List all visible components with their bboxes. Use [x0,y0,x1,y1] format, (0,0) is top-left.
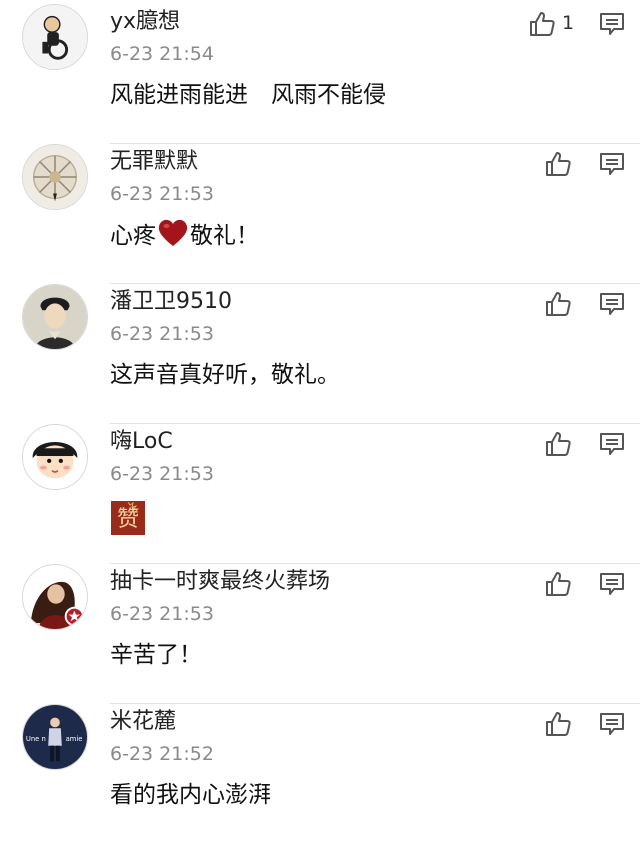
username[interactable]: 潘卫卫9510 [110,288,232,316]
username[interactable]: 抽卡一时爽最终火葬场 [110,568,330,596]
comment-sticker-wrap: 赞 [110,498,146,536]
username[interactable]: 无罪默默 [110,148,198,176]
username[interactable]: yx臆想 [110,8,180,36]
zan-sticker: 赞 [111,501,145,535]
comment-icon [600,153,624,175]
comment-item: Une n amie 米花麓 6-23 21:52 看的我内心澎湃 [0,704,640,844]
avatar[interactable] [22,144,88,210]
comment-icon [600,573,624,595]
comment-item: 抽卡一时爽最终火葬场 6-23 21:53 辛苦了！ [0,564,640,704]
wheelchair-figure-icon [23,5,87,69]
thumbs-up-icon [530,12,555,36]
comment-text: 辛苦了！ [110,642,202,668]
reply-button[interactable] [599,432,625,456]
comment-icon [600,433,624,455]
timestamp: 6-23 21:53 [110,603,214,625]
timestamp: 6-23 21:53 [110,183,214,205]
sticker-text: 赞 [117,507,139,532]
thumbs-up-icon [546,432,571,456]
comment-text: 这声音真好听，敬礼。 [110,362,340,388]
costume-portrait-icon [23,285,87,349]
comment-list: yx臆想 6-23 21:54 风能进雨能进 风雨不能侵 1 无罪默默 6-23… [0,0,640,813]
avatar-caption-right: amie [66,735,83,743]
timestamp: 6-23 21:54 [110,43,214,65]
reply-button[interactable] [599,12,625,36]
username[interactable]: 嗨LoC [110,428,173,456]
reply-button[interactable] [599,712,625,736]
avatar[interactable] [22,284,88,350]
comment-item: 潘卫卫9510 6-23 21:53 这声音真好听，敬礼。 [0,284,640,424]
heart-emoji [158,219,188,246]
comment-icon [600,713,624,735]
comment-icon [600,13,624,35]
timestamp: 6-23 21:53 [110,463,214,485]
comment-text: 风能进雨能进 风雨不能侵 [110,82,386,108]
anime-figure-icon [23,565,87,629]
avatar[interactable]: Une n amie [22,704,88,770]
avatar[interactable] [22,4,88,70]
comment-text: 看的我内心澎湃 [110,782,271,808]
like-count: 1 [562,12,575,34]
comment-icon [600,293,624,315]
thumbs-up-icon [546,292,571,316]
comment-text-after: 敬礼！ [190,223,259,249]
avatar[interactable] [22,564,88,630]
reply-button[interactable] [599,152,625,176]
comment-item: 无罪默默 6-23 21:53 心疼 敬礼！ [0,144,640,284]
timestamp: 6-23 21:53 [110,323,214,345]
comment-item: 嗨LoC 6-23 21:53 赞 [0,424,640,564]
avatar[interactable] [22,424,88,490]
standing-figure-icon: Une n amie [23,705,87,769]
thumbs-up-icon [546,152,571,176]
avatar-caption-left: Une n [26,735,46,743]
username[interactable]: 米花麓 [110,708,176,736]
timestamp: 6-23 21:52 [110,743,214,765]
reply-button[interactable] [599,572,625,596]
comment-text: 心疼 敬礼！ [110,218,259,253]
comment-item: yx臆想 6-23 21:54 风能进雨能进 风雨不能侵 1 [0,4,640,144]
thumbs-up-icon [546,712,571,736]
reply-button[interactable] [599,292,625,316]
thumbs-up-icon [546,572,571,596]
compass-dial-icon [23,145,87,209]
comment-text-before: 心疼 [110,223,156,249]
cartoon-girl-icon [23,425,87,489]
like-button[interactable]: 1 [528,10,608,40]
